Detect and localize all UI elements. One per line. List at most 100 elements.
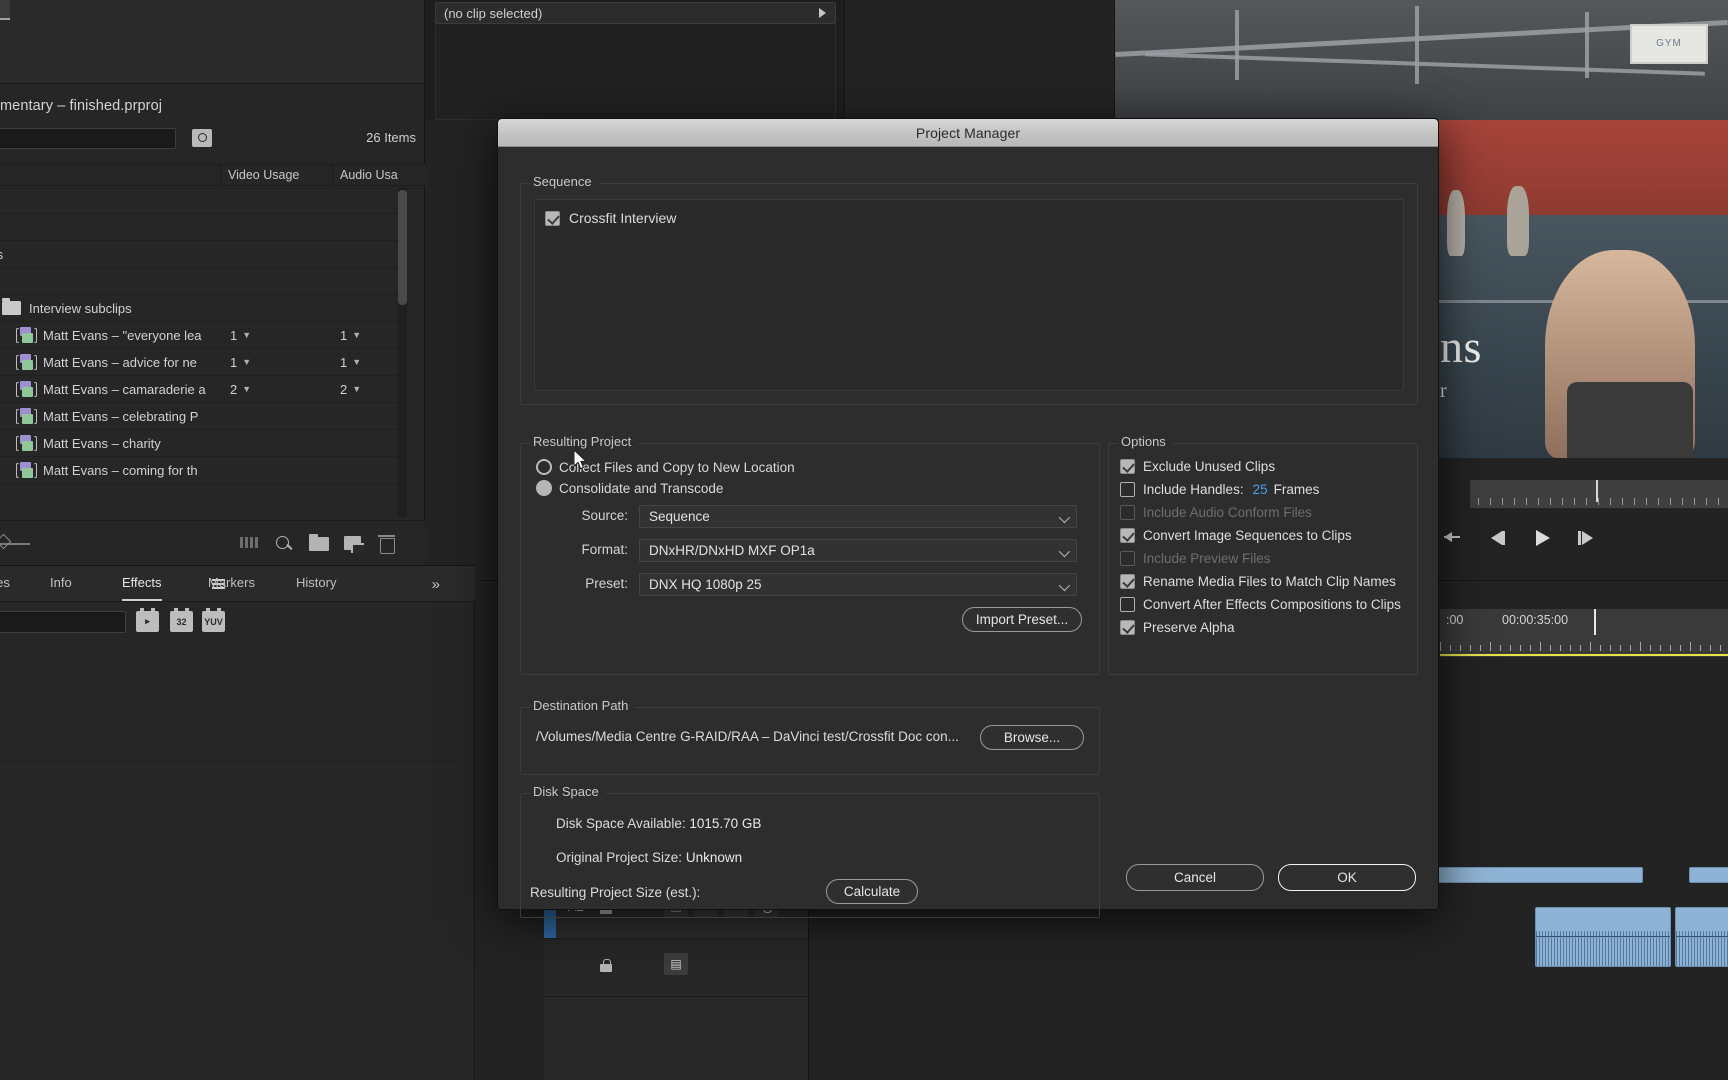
option-checkbox[interactable] bbox=[1120, 482, 1135, 497]
accelerated-effects-icon[interactable]: ▸ bbox=[136, 611, 159, 632]
tab-libraries[interactable]: Libraries bbox=[0, 575, 10, 599]
lock-icon[interactable] bbox=[600, 959, 612, 972]
sequence-list-item[interactable]: Crossfit Interview bbox=[545, 210, 676, 226]
disk-space-group-label: Disk Space bbox=[530, 784, 606, 799]
ok-button[interactable]: OK bbox=[1278, 864, 1416, 891]
import-preset-button[interactable]: Import Preset... bbox=[962, 607, 1082, 632]
dialog-body: Sequence Crossfit Interview Resulting Pr… bbox=[498, 147, 1438, 909]
calculate-button[interactable]: Calculate bbox=[826, 879, 918, 904]
audio-usage-value[interactable]: 1▼ bbox=[340, 355, 361, 370]
option-checkbox[interactable] bbox=[1120, 574, 1135, 589]
effects-tree-item[interactable]: itions bbox=[0, 692, 475, 715]
effects-tree-item[interactable]: itions bbox=[0, 738, 475, 761]
panel-overflow-icon[interactable]: » bbox=[432, 576, 440, 593]
effects-tree-item[interactable]: sets bbox=[0, 646, 475, 669]
effects-panel-tabs[interactable]: Libraries Info Effects Markers History bbox=[0, 566, 475, 602]
ruler-ticks bbox=[1440, 642, 1728, 651]
project-row[interactable]: Matt Evans – "everyone lea 1▼ 1▼ bbox=[0, 322, 403, 349]
project-row[interactable]: Matt Evans – celebrating P bbox=[0, 403, 403, 430]
effects-tree-item[interactable]: s bbox=[0, 715, 475, 738]
project-row[interactable]: Cutaways bbox=[0, 241, 403, 268]
preset-select[interactable]: DNX HQ 1080p 25 bbox=[639, 573, 1077, 596]
video-usage-value[interactable]: 1▼ bbox=[230, 328, 251, 343]
tab-markers[interactable]: Markers bbox=[208, 575, 255, 599]
step-back-icon[interactable] bbox=[1488, 528, 1510, 548]
audio-usage-value[interactable]: 1▼ bbox=[340, 328, 361, 343]
option-row[interactable]: Convert After Effects Compositions to Cl… bbox=[1120, 597, 1401, 612]
project-search-input[interactable] bbox=[0, 128, 176, 149]
audio-clip[interactable] bbox=[1535, 907, 1671, 967]
project-row[interactable]: Matt Evans – coming for th bbox=[0, 457, 403, 484]
step-forward-icon[interactable] bbox=[1576, 528, 1598, 548]
project-row-label: Matt Evans – "everyone lea bbox=[43, 328, 202, 343]
timeline-ruler[interactable]: :00 00:00:35:00 bbox=[1440, 609, 1728, 657]
work-area-bar[interactable] bbox=[1440, 654, 1728, 656]
32bit-effects-icon[interactable]: 32 bbox=[170, 611, 193, 632]
search-icon[interactable] bbox=[272, 533, 294, 553]
project-tab[interactable] bbox=[0, 0, 10, 20]
project-row[interactable]: tage bbox=[0, 214, 403, 241]
video-usage-value[interactable]: 1▼ bbox=[230, 355, 251, 370]
option-row[interactable]: Convert Image Sequences to Clips bbox=[1120, 528, 1352, 543]
new-bin-icon[interactable] bbox=[308, 533, 330, 553]
project-row[interactable]: Matt Evans – advice for ne1▼1▼ bbox=[0, 349, 403, 376]
audio-usage-value[interactable]: 2▼ bbox=[340, 382, 361, 397]
audio-clip[interactable] bbox=[1689, 867, 1728, 883]
automate-icon[interactable] bbox=[0, 534, 11, 550]
radio-button[interactable] bbox=[536, 459, 552, 475]
dialog-titlebar[interactable]: Project Manager bbox=[498, 119, 1438, 147]
option-checkbox[interactable] bbox=[1120, 528, 1135, 543]
find-icon[interactable] bbox=[192, 129, 212, 147]
track-target-icon[interactable]: ▤ bbox=[664, 953, 688, 975]
go-to-in-icon[interactable] bbox=[1444, 528, 1466, 548]
option-row[interactable]: Preserve Alpha bbox=[1120, 620, 1235, 635]
timeline-playhead[interactable] bbox=[1594, 609, 1596, 635]
source-clip-selector[interactable]: (no clip selected) bbox=[435, 2, 836, 24]
project-row[interactable]: ck matte bbox=[0, 187, 403, 214]
tab-history[interactable]: History bbox=[296, 575, 336, 599]
ruler-label-right: 00:00:35:00 bbox=[1502, 613, 1568, 627]
yuv-effects-icon[interactable]: YUV bbox=[202, 611, 225, 632]
track-header-next[interactable]: ▤ bbox=[544, 939, 808, 997]
radio-consolidate-transcode[interactable]: Consolidate and Transcode bbox=[536, 480, 723, 496]
option-row[interactable]: Rename Media Files to Match Clip Names bbox=[1120, 574, 1396, 589]
option-checkbox bbox=[1120, 505, 1135, 520]
radio-button[interactable] bbox=[536, 480, 552, 496]
source-select[interactable]: Sequence bbox=[639, 505, 1077, 528]
video-usage-value[interactable]: 2▼ bbox=[230, 382, 251, 397]
effects-tree[interactable]: setssitionssitions bbox=[0, 646, 475, 761]
project-row[interactable]: Matt Evans – charity bbox=[0, 430, 403, 457]
column-video-usage[interactable]: Video Usage bbox=[228, 168, 299, 182]
play-icon[interactable] bbox=[1532, 528, 1554, 548]
source-monitor-panel[interactable]: (no clip selected) bbox=[425, 0, 845, 120]
handles-frames-value[interactable]: 25 bbox=[1253, 482, 1268, 497]
option-checkbox[interactable] bbox=[1120, 620, 1135, 635]
project-scrollbar-thumb[interactable] bbox=[398, 190, 407, 305]
format-select[interactable]: DNxHR/DNxHD MXF OP1a bbox=[639, 539, 1077, 562]
project-row[interactable]: Interview bbox=[0, 268, 403, 295]
new-item-icon[interactable] bbox=[342, 533, 364, 553]
tab-effects[interactable]: Effects bbox=[122, 575, 162, 601]
project-row[interactable]: Interview subclips bbox=[0, 295, 403, 322]
project-row[interactable]: Matt Evans – camaraderie a2▼2▼ bbox=[0, 376, 403, 403]
option-row[interactable]: Include Handles:25Frames bbox=[1120, 482, 1319, 497]
audio-clip[interactable] bbox=[1675, 907, 1728, 967]
delete-icon[interactable] bbox=[376, 533, 398, 553]
effects-search-input[interactable] bbox=[0, 611, 126, 633]
option-label: Include Handles: bbox=[1143, 482, 1244, 497]
project-scroll-track[interactable] bbox=[398, 187, 407, 517]
browse-button[interactable]: Browse... bbox=[980, 725, 1084, 750]
project-item-list[interactable]: ck mattetageCutawaysInterviewInterview s… bbox=[0, 187, 403, 484]
tab-info[interactable]: Info bbox=[50, 575, 72, 599]
chevron-right-icon[interactable] bbox=[819, 8, 826, 18]
cancel-button[interactable]: Cancel bbox=[1126, 864, 1264, 891]
monitor-time-ruler[interactable] bbox=[1470, 480, 1728, 508]
effects-tree-item[interactable]: s bbox=[0, 669, 475, 692]
sequence-checkbox[interactable] bbox=[545, 211, 560, 226]
option-checkbox[interactable] bbox=[1120, 459, 1135, 474]
sequence-list[interactable]: Crossfit Interview bbox=[534, 199, 1404, 391]
list-view-icon[interactable] bbox=[238, 533, 260, 553]
option-row[interactable]: Exclude Unused Clips bbox=[1120, 459, 1275, 474]
option-checkbox[interactable] bbox=[1120, 597, 1135, 612]
column-audio-usage[interactable]: Audio Usa bbox=[340, 168, 398, 182]
